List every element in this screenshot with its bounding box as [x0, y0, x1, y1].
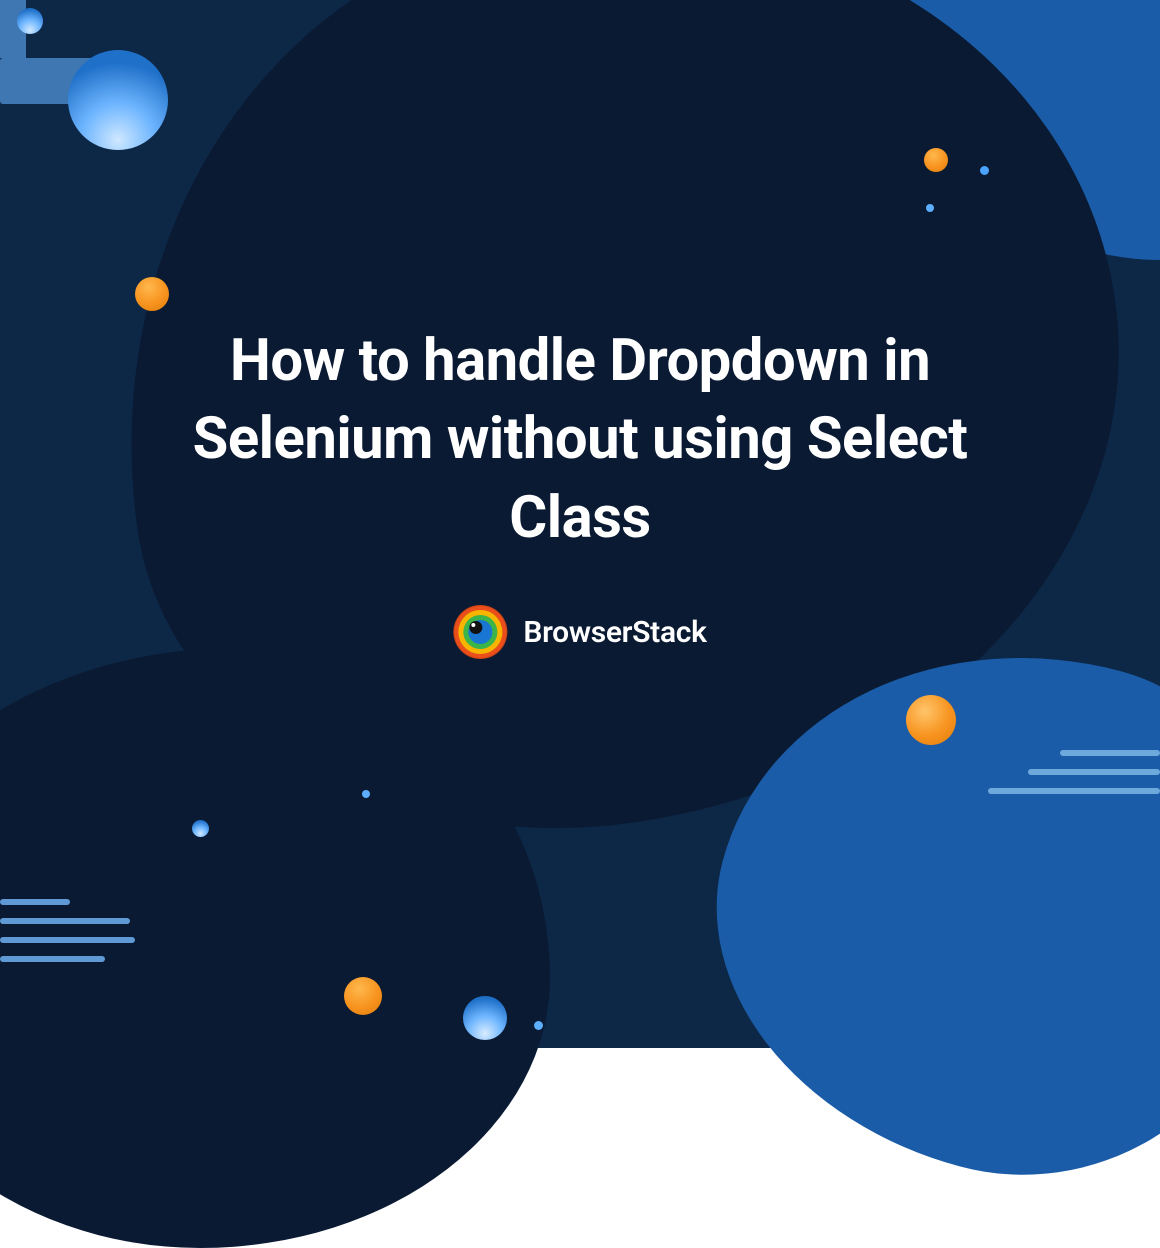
page-title: How to handle Dropdown in Selenium witho… — [140, 322, 1020, 557]
decorative-lines — [0, 899, 135, 962]
decorative-circle — [17, 8, 43, 34]
decorative-circle — [926, 204, 934, 212]
brand-name: BrowserStack — [523, 615, 706, 650]
decorative-circle — [906, 695, 956, 745]
decorative-circle — [68, 50, 168, 150]
decorative-circle — [534, 1021, 543, 1030]
decorative-circle — [192, 820, 209, 837]
decorative-circle — [135, 277, 169, 311]
decorative-circle — [362, 790, 370, 798]
browserstack-logo-icon — [453, 605, 507, 659]
decorative-circle — [463, 996, 507, 1040]
decorative-circle — [344, 977, 382, 1015]
decorative-lines — [980, 750, 1160, 794]
decorative-circle — [924, 148, 948, 172]
promo-banner: How to handle Dropdown in Selenium witho… — [0, 0, 1160, 1048]
brand-logo: BrowserStack — [453, 605, 706, 659]
decorative-circle — [980, 166, 989, 175]
